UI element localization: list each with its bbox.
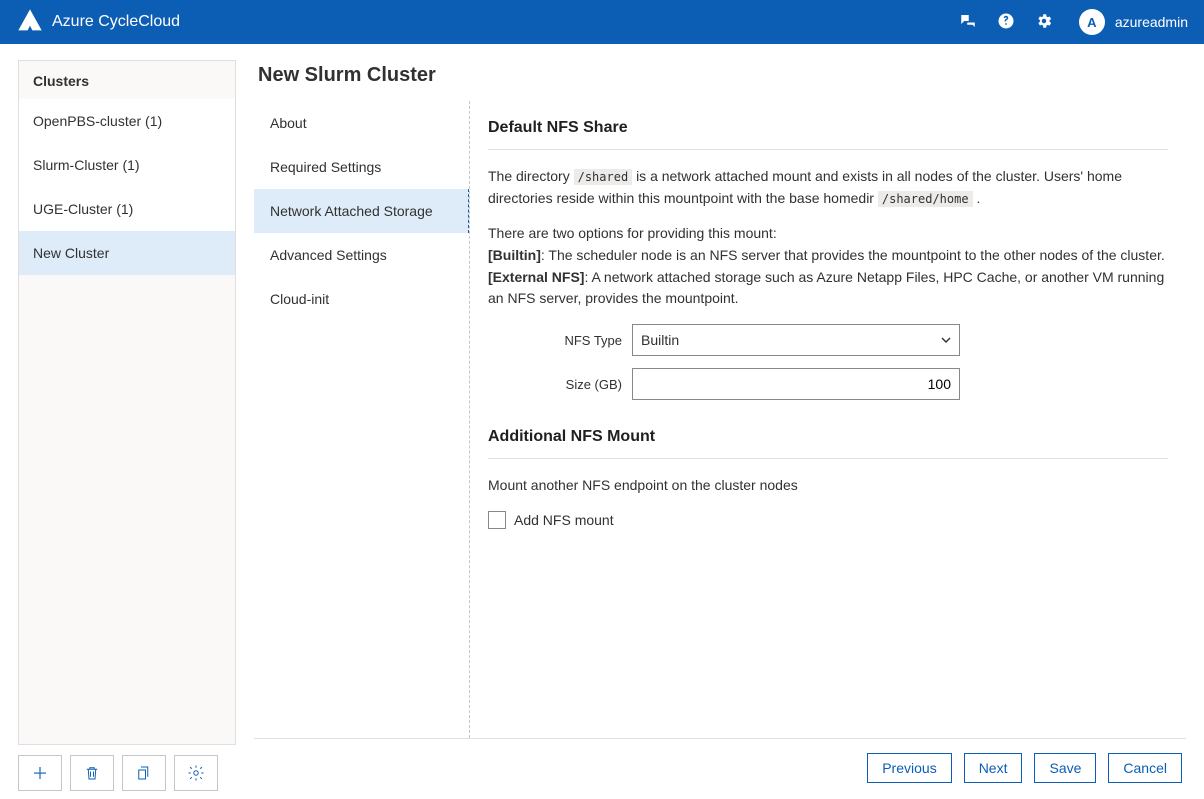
text: The directory bbox=[488, 168, 574, 184]
code-path: /shared/home bbox=[878, 191, 973, 207]
app-title: Azure CycleCloud bbox=[52, 13, 180, 31]
nfs-description: The directory /shared is a network attac… bbox=[488, 166, 1168, 209]
sidebar-title: Clusters bbox=[19, 61, 235, 99]
sidebar-toolbar bbox=[18, 755, 236, 791]
step-required[interactable]: Required Settings bbox=[254, 145, 469, 189]
chevron-down-icon bbox=[941, 335, 951, 345]
nfs-heading: Default NFS Share bbox=[488, 119, 1168, 137]
next-button[interactable]: Next bbox=[964, 753, 1023, 783]
sidebar-item-new-cluster[interactable]: New Cluster bbox=[19, 231, 235, 275]
step-advanced[interactable]: Advanced Settings bbox=[254, 233, 469, 277]
copy-icon bbox=[135, 764, 153, 782]
username: azureadmin bbox=[1115, 14, 1188, 30]
nfs-type-select[interactable]: Builtin bbox=[632, 324, 960, 356]
option-external-label: [External NFS] bbox=[488, 269, 584, 285]
previous-button[interactable]: Previous bbox=[867, 753, 951, 783]
header-actions: A azureadmin bbox=[959, 9, 1188, 35]
step-about[interactable]: About bbox=[254, 101, 469, 145]
code-path: /shared bbox=[574, 169, 633, 185]
text: . bbox=[976, 190, 980, 206]
trash-icon bbox=[83, 764, 101, 782]
step-nav: About Required Settings Network Attached… bbox=[254, 101, 470, 738]
logo-icon bbox=[16, 7, 44, 38]
step-cloudinit[interactable]: Cloud-init bbox=[254, 277, 469, 321]
help-icon[interactable] bbox=[997, 12, 1015, 33]
sidebar: Clusters OpenPBS-cluster (1) Slurm-Clust… bbox=[0, 44, 236, 799]
page-title: New Slurm Cluster bbox=[258, 64, 1186, 87]
wizard-footer: Previous Next Save Cancel bbox=[254, 739, 1186, 799]
app-header: Azure CycleCloud A azureadmin bbox=[0, 0, 1204, 44]
nfs-size-input[interactable] bbox=[632, 368, 960, 400]
add-nfs-label: Add NFS mount bbox=[514, 512, 614, 528]
add-nfs-checkbox[interactable] bbox=[488, 511, 506, 529]
gear-icon[interactable] bbox=[1035, 12, 1053, 33]
text: : The scheduler node is an NFS server th… bbox=[541, 247, 1165, 263]
avatar: A bbox=[1079, 9, 1105, 35]
cancel-button[interactable]: Cancel bbox=[1108, 753, 1182, 783]
copy-button[interactable] bbox=[122, 755, 166, 791]
main: New Slurm Cluster About Required Setting… bbox=[236, 44, 1204, 799]
user-menu[interactable]: A azureadmin bbox=[1079, 9, 1188, 35]
add-button[interactable] bbox=[18, 755, 62, 791]
step-nas[interactable]: Network Attached Storage bbox=[254, 189, 469, 233]
feedback-icon[interactable] bbox=[959, 12, 977, 33]
save-button[interactable]: Save bbox=[1034, 753, 1096, 783]
sidebar-item-cluster[interactable]: Slurm-Cluster (1) bbox=[19, 143, 235, 187]
app-logo: Azure CycleCloud bbox=[16, 7, 180, 38]
delete-button[interactable] bbox=[70, 755, 114, 791]
text: : A network attached storage such as Azu… bbox=[488, 269, 1164, 307]
plus-icon bbox=[31, 764, 49, 782]
select-value: Builtin bbox=[641, 332, 679, 348]
nfs-type-label: NFS Type bbox=[488, 333, 622, 348]
sidebar-item-cluster[interactable]: OpenPBS-cluster (1) bbox=[19, 99, 235, 143]
gear-icon bbox=[187, 764, 205, 782]
mount-description: Mount another NFS endpoint on the cluste… bbox=[488, 475, 1168, 497]
nfs-size-label: Size (GB) bbox=[488, 377, 622, 392]
mount-heading: Additional NFS Mount bbox=[488, 428, 1168, 446]
sidebar-item-cluster[interactable]: UGE-Cluster (1) bbox=[19, 187, 235, 231]
option-builtin-label: [Builtin] bbox=[488, 247, 541, 263]
text: There are two options for providing this… bbox=[488, 223, 1168, 245]
content-panel: Default NFS Share The directory /shared … bbox=[470, 101, 1186, 738]
settings-button[interactable] bbox=[174, 755, 218, 791]
nfs-options: There are two options for providing this… bbox=[488, 223, 1168, 310]
